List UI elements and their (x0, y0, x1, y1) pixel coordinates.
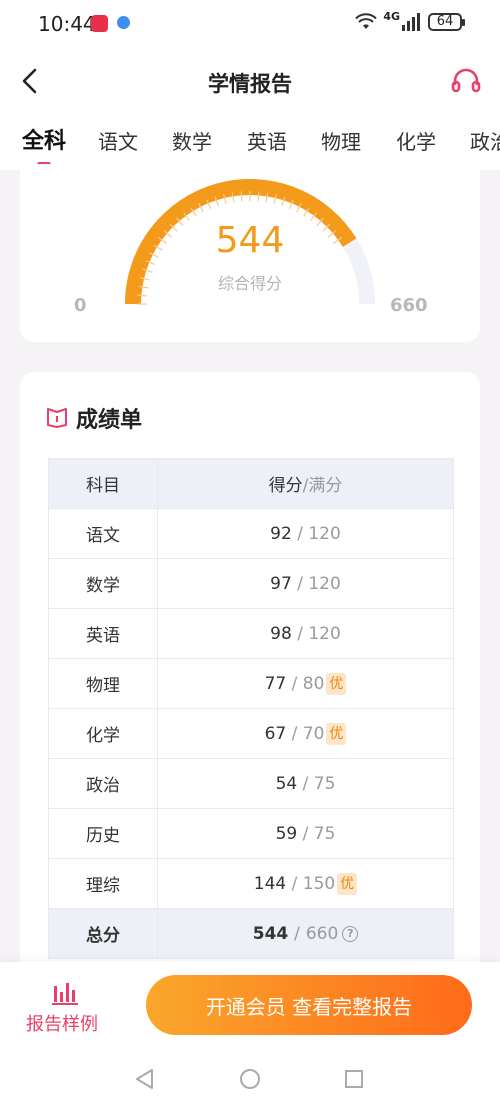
table-row: 政治 54 / 75 (48, 758, 454, 809)
gauge-min-label: 0 (74, 295, 87, 316)
excellent-badge: 优 (326, 672, 347, 695)
row-score-cell: 67 / 70 优 (157, 708, 454, 759)
total-full: 660 (305, 923, 339, 944)
tab-all[interactable]: 全科 (22, 123, 66, 155)
excellent-badge: 优 (337, 872, 358, 895)
row-full: 80 (302, 673, 325, 694)
subject-column-header: 科目 (48, 458, 158, 509)
full-header-label: /满分 (302, 476, 343, 496)
table-row: 英语 98 / 120 (48, 608, 454, 659)
row-full: 70 (302, 723, 325, 744)
row-full: 120 (308, 523, 341, 544)
customer-service-icon[interactable] (450, 66, 482, 98)
tab-chemistry[interactable]: 化学 (396, 126, 436, 155)
status-bar: 10:44 4G 64 (0, 0, 500, 48)
row-score: 98 (270, 623, 292, 644)
table-header-row: 科目 得分/满分 (48, 458, 454, 509)
overall-score: 544 (215, 220, 285, 261)
gauge-tick (240, 191, 243, 202)
row-score-cell: 59 / 75 (157, 808, 454, 859)
row-score-cell: 54 / 75 (157, 758, 454, 809)
row-score: 77 (264, 673, 287, 694)
tab-math[interactable]: 数学 (172, 126, 212, 155)
score-header-label: 得分 (268, 476, 303, 496)
tab-politics[interactable]: 政治 (470, 126, 500, 155)
table-row: 化学 67 / 70 优 (48, 708, 454, 759)
grades-table: 科目 得分/满分 语文 92 / 120 数学 97 / 120 英语 98 /… (48, 458, 454, 959)
report-book-icon (47, 408, 67, 428)
row-full: 120 (308, 623, 341, 644)
row-full: 75 (313, 773, 336, 794)
row-subject: 化学 (48, 708, 158, 759)
tab-chinese[interactable]: 语文 (98, 126, 138, 155)
table-row: 数学 97 / 120 (48, 558, 454, 609)
table-row: 理综 144 / 150 优 (48, 858, 454, 909)
row-subject: 历史 (48, 808, 158, 859)
row-score: 54 (275, 773, 298, 794)
row-score-cell: 144 / 150 优 (157, 858, 454, 909)
total-label: 总分 (48, 908, 158, 959)
row-score: 144 (253, 873, 287, 894)
total-score: 544 (252, 923, 289, 944)
wifi-icon (355, 13, 378, 29)
network-type: 4G (383, 9, 400, 23)
row-full: 75 (313, 823, 336, 844)
row-score: 59 (275, 823, 298, 844)
nav-recents-icon[interactable] (343, 1068, 365, 1090)
row-subject: 理综 (48, 858, 158, 909)
total-score-cell: 544 / 660? (157, 908, 454, 959)
browser-notification-icon (117, 16, 130, 29)
gauge-max-label: 660 (390, 295, 428, 316)
signal-icon (402, 13, 420, 31)
score-column-header: 得分/满分 (157, 458, 454, 509)
table-row: 语文 92 / 120 (48, 508, 454, 559)
row-full: 120 (308, 573, 341, 594)
nav-back-icon[interactable] (134, 1068, 156, 1090)
excellent-badge: 优 (326, 722, 347, 745)
row-subject: 英语 (48, 608, 158, 659)
row-score-cell: 92 / 120 (157, 508, 454, 559)
status-right: 4G 64 (355, 9, 465, 31)
row-full: 150 (302, 873, 336, 894)
bottom-action-bar: 报告样例 开通会员 查看完整报告 (0, 962, 500, 1050)
row-subject: 语文 (48, 508, 158, 559)
tab-physics[interactable]: 物理 (321, 126, 361, 155)
system-nav-bar (0, 1050, 500, 1107)
gauge-tick (137, 294, 148, 297)
row-score-cell: 97 / 120 (157, 558, 454, 609)
app-notification-icon (91, 15, 108, 32)
table-row: 历史 59 / 75 (48, 808, 454, 859)
table-row: 物理 77 / 80 优 (48, 658, 454, 709)
open-membership-button[interactable]: 开通会员 查看完整报告 (146, 975, 472, 1035)
row-score: 97 (270, 573, 292, 594)
nav-home-icon[interactable] (239, 1068, 261, 1090)
app-header: 学情报告 (0, 48, 500, 112)
battery-icon: 64 (428, 13, 465, 31)
overall-score-label: 综合得分 (217, 274, 282, 293)
report-title: 成绩单 (76, 408, 143, 433)
row-score-cell: 98 / 120 (157, 608, 454, 659)
row-score-cell: 77 / 80 优 (157, 658, 454, 709)
subject-tabs: 全科 语文 数学 英语 物理 化学 政治 (0, 112, 500, 170)
row-score: 67 (264, 723, 287, 744)
total-row: 总分 544 / 660? (48, 908, 454, 959)
row-subject: 物理 (48, 658, 158, 709)
status-time: 10:44 (38, 12, 96, 36)
tab-english[interactable]: 英语 (247, 126, 287, 155)
report-sample-label: 报告样例 (26, 1014, 98, 1035)
score-gauge-card: 544 综合得分 0 660 (20, 164, 480, 342)
page-title: 学情报告 (208, 72, 292, 96)
report-card: 成绩单 科目 得分/满分 语文 92 / 120 数学 97 / 120 英语 … (20, 372, 480, 972)
row-subject: 数学 (48, 558, 158, 609)
bar-chart-icon (52, 983, 78, 1005)
row-subject: 政治 (48, 758, 158, 809)
help-icon[interactable]: ? (342, 925, 359, 942)
gauge-tick (257, 191, 260, 202)
row-score: 92 (270, 523, 292, 544)
